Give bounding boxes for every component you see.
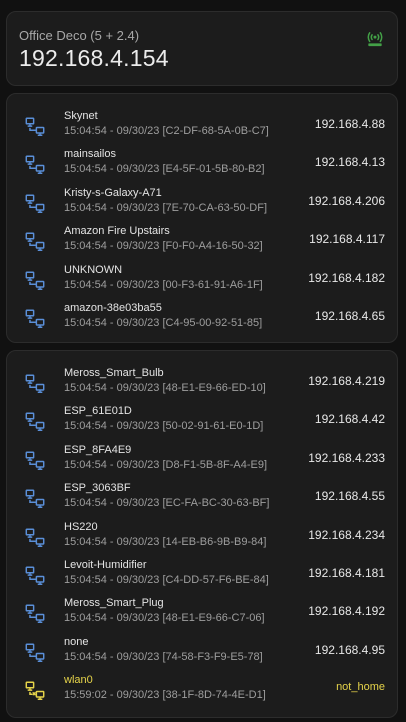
device-row[interactable]: Amazon Fire Upstairs 15:04:54 - 09/30/23 … <box>7 222 397 260</box>
device-list-card: Meross_Smart_Bulb 15:04:54 - 09/30/23 [48… <box>6 350 398 718</box>
device-last-seen-mac: 15:04:54 - 09/30/23 [00-F3-61-91-A6-1F] <box>64 278 263 291</box>
device-row[interactable]: Meross_Smart_Plug 15:04:54 - 09/30/23 [48… <box>7 594 397 632</box>
device-row[interactable]: none 15:04:54 - 09/30/23 [74-58-F3-F9-E5-… <box>7 633 397 671</box>
lan-connected-icon <box>25 451 45 470</box>
device-last-seen-mac: 15:04:54 - 09/30/23 [48-E1-E9-66-ED-10] <box>64 382 266 394</box>
lan-connected-icon <box>25 194 45 213</box>
device-last-seen-mac: 15:04:54 - 09/30/23 [C4-95-00-92-51-85] <box>64 316 263 329</box>
device-name: none <box>64 635 89 648</box>
device-name: Meross_Smart_Plug <box>64 597 164 610</box>
device-name: Kristy-s-Galaxy-A71 <box>64 186 162 199</box>
device-ip: 192.168.4.95 <box>314 642 385 657</box>
device-last-seen-mac: 15:04:54 - 09/30/23 [48-E1-E9-66-C7-06] <box>64 612 265 625</box>
device-name: amazon-38e03ba55 <box>64 301 162 314</box>
wifi-access-point-icon <box>367 32 383 47</box>
device-last-seen-mac: 15:04:54 - 09/30/23 [50-02-91-61-E0-1D] <box>64 420 264 433</box>
device-row[interactable]: Meross_Smart_Bulb 15:04:54 - 09/30/23 [48… <box>7 364 397 402</box>
device-ip: 192.168.4.234 <box>308 527 385 542</box>
device-ip: 192.168.4.181 <box>308 565 385 580</box>
lan-connected-icon <box>25 232 45 252</box>
device-name: UNKNOWN <box>64 263 123 276</box>
device-ip: 192.168.4.117 <box>309 232 385 247</box>
device-row[interactable]: wlan0 15:59:02 - 09/30/23 [38-1F-8D-74-4E… <box>7 671 397 709</box>
device-ip: 192.168.4.182 <box>308 270 385 285</box>
device-name: mainsailos <box>64 148 116 161</box>
access-point-title: Office Deco (5 + 2.4) <box>19 28 140 43</box>
device-name: Amazon Fire Upstairs <box>64 225 170 238</box>
device-row[interactable]: Skynet 15:04:54 - 09/30/23 [C2-DF-68-5A-0… <box>7 107 397 145</box>
device-last-seen-mac: 15:04:54 - 09/30/23 [C4-DD-57-F6-BE-84] <box>64 573 269 586</box>
device-last-seen-mac: 15:04:54 - 09/30/23 [74-58-F3-F9-E5-78] <box>64 650 263 663</box>
device-ip: 192.168.4.233 <box>308 450 385 465</box>
device-ip: 192.168.4.13 <box>314 155 385 170</box>
device-last-seen-mac: 15:04:54 - 09/30/23 [E4-5F-01-5B-80-B2] <box>64 163 265 176</box>
device-ip: 192.168.4.219 <box>308 374 385 388</box>
device-row[interactable]: mainsailos 15:04:54 - 09/30/23 [E4-5F-01-… <box>7 145 397 183</box>
device-ip: 192.168.4.55 <box>314 489 385 504</box>
device-name: Levoit-Humidifier <box>64 558 147 571</box>
device-last-seen-mac: 15:59:02 - 09/30/23 [38-1F-8D-74-4E-D1] <box>64 689 266 702</box>
lan-connected-icon <box>25 309 45 328</box>
device-ip: 192.168.4.65 <box>314 308 385 323</box>
device-row[interactable]: Kristy-s-Galaxy-A71 15:04:54 - 09/30/23 [… <box>7 184 397 222</box>
device-last-seen-mac: 15:04:54 - 09/30/23 [D8-F1-5B-8F-A4-E9] <box>64 458 267 471</box>
device-row[interactable]: ESP_3063BF 15:04:54 - 09/30/23 [EC-FA-BC-… <box>7 479 397 517</box>
access-point-ip: 192.168.4.154 <box>19 45 169 71</box>
access-point-card[interactable]: Office Deco (5 + 2.4) 192.168.4.154 <box>6 11 398 86</box>
device-last-seen-mac: 15:04:54 - 09/30/23 [14-EB-B6-9B-B9-84] <box>64 535 267 548</box>
device-list: Skynet 15:04:54 - 09/30/23 [C2-DF-68-5A-0… <box>7 107 397 337</box>
device-list-card: Skynet 15:04:54 - 09/30/23 [C2-DF-68-5A-0… <box>6 93 398 343</box>
device-ip: 192.168.4.206 <box>308 193 385 208</box>
lan-connected-icon <box>25 117 45 136</box>
device-list: Meross_Smart_Bulb 15:04:54 - 09/30/23 [48… <box>7 364 397 710</box>
device-ip: 192.168.4.42 <box>314 412 385 427</box>
device-ip: 192.168.4.192 <box>308 604 385 619</box>
lan-disconnected-icon <box>25 681 45 701</box>
device-row[interactable]: ESP_8FA4E9 15:04:54 - 09/30/23 [D8-F1-5B-… <box>7 441 397 479</box>
device-name: ESP_3063BF <box>64 482 131 495</box>
lan-connected-icon <box>25 374 45 393</box>
lan-connected-icon <box>25 155 45 175</box>
lan-connected-icon <box>25 271 45 290</box>
lan-connected-icon <box>25 643 45 662</box>
device-row[interactable]: Levoit-Humidifier 15:04:54 - 09/30/23 [C4… <box>7 556 397 594</box>
device-name: wlan0 <box>64 674 93 687</box>
device-name: Skynet <box>64 110 98 122</box>
device-last-seen-mac: 15:04:54 - 09/30/23 [C2-DF-68-5A-0B-C7] <box>64 125 269 137</box>
device-row[interactable]: UNKNOWN 15:04:54 - 09/30/23 [00-F3-61-91-… <box>7 261 397 299</box>
lan-connected-icon <box>25 566 45 585</box>
device-row[interactable]: amazon-38e03ba55 15:04:54 - 09/30/23 [C4-… <box>7 299 397 337</box>
device-name: ESP_8FA4E9 <box>64 443 132 456</box>
device-last-seen-mac: 15:04:54 - 09/30/23 [7E-70-CA-63-50-DF] <box>64 201 268 214</box>
lan-connected-icon <box>25 604 45 624</box>
device-name: HS220 <box>64 520 98 533</box>
device-row[interactable]: HS220 15:04:54 - 09/30/23 [14-EB-B6-9B-B9… <box>7 518 397 556</box>
lan-connected-icon <box>25 528 45 547</box>
lan-connected-icon <box>25 412 45 432</box>
device-last-seen-mac: 15:04:54 - 09/30/23 [EC-FA-BC-30-63-BF] <box>64 497 270 510</box>
device-name: Meross_Smart_Bulb <box>64 367 164 379</box>
device-row[interactable]: ESP_61E01D 15:04:54 - 09/30/23 [50-02-91-… <box>7 402 397 440</box>
device-ip: not_home <box>336 681 385 694</box>
lan-connected-icon <box>25 489 45 509</box>
device-ip: 192.168.4.88 <box>314 117 385 131</box>
device-name: ESP_61E01D <box>64 405 132 418</box>
device-last-seen-mac: 15:04:54 - 09/30/23 [F0-F0-A4-16-50-32] <box>64 240 263 253</box>
